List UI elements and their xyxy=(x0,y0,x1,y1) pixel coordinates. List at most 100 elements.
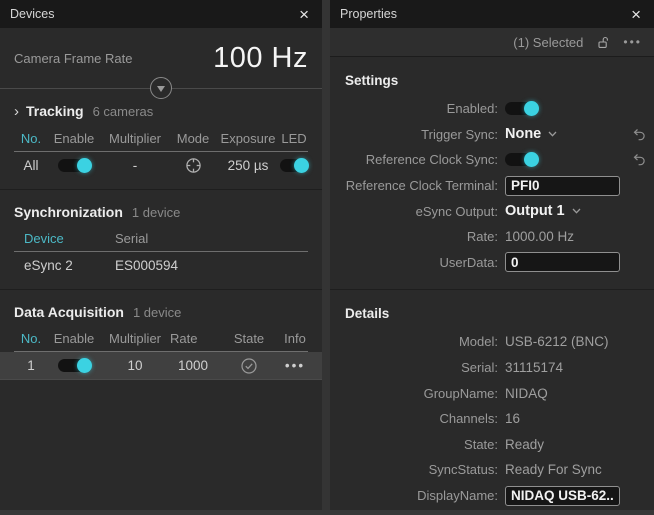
displayname-input[interactable] xyxy=(505,486,620,506)
sync-device-serial: ES000594 xyxy=(105,258,308,273)
reference-clock-sync-label: Reference Clock Sync: xyxy=(330,152,498,167)
trigger-sync-reset-icon[interactable] xyxy=(633,128,646,141)
enabled-row: Enabled: xyxy=(330,96,654,122)
synchronization-table: Device Serial eSync 2 ES000594 xyxy=(0,226,322,279)
enabled-label: Enabled: xyxy=(330,101,498,116)
sync-device-name: eSync 2 xyxy=(14,258,105,273)
data-acquisition-device-count: 1 device xyxy=(133,305,181,320)
panel-splitter[interactable] xyxy=(322,0,330,515)
col-no: No. xyxy=(14,131,48,146)
data-acquisition-row-1[interactable]: 1 10 1000 ••• xyxy=(0,352,322,379)
tracking-row-multiplier: - xyxy=(100,158,170,173)
tracking-camera-count: 6 cameras xyxy=(93,104,154,119)
tracking-row-no: All xyxy=(14,158,48,173)
tracking-table: No. Enable Multiplier Mode Exposure LED … xyxy=(0,126,322,179)
chevron-down-icon xyxy=(548,131,557,137)
synchronization-row-esync[interactable]: eSync 2 ES000594 xyxy=(0,252,322,279)
synchronization-section-header: Synchronization 1 device xyxy=(0,190,322,226)
esync-output-row: eSync Output: Output 1 xyxy=(330,198,654,224)
devices-panel-title: Devices xyxy=(10,7,54,21)
col-led: LED xyxy=(280,131,308,146)
window-bottom-edge xyxy=(0,510,654,515)
col-exposure: Exposure xyxy=(216,131,280,146)
col-mode: Mode xyxy=(170,131,216,146)
daq-enable-toggle[interactable] xyxy=(58,359,91,372)
properties-panel-title: Properties xyxy=(340,7,397,21)
serial-value: 31115174 xyxy=(505,360,563,375)
syncstatus-label: SyncStatus: xyxy=(330,462,498,477)
devices-panel: Devices × Camera Frame Rate 100 Hz › Tra… xyxy=(0,0,322,510)
camera-frame-rate-label: Camera Frame Rate xyxy=(14,51,132,66)
chevron-down-icon xyxy=(572,208,581,214)
col-state: State xyxy=(216,331,282,346)
userdata-input[interactable] xyxy=(505,252,620,272)
userdata-row: UserData: xyxy=(330,250,654,276)
daq-row-no: 1 xyxy=(14,358,48,373)
properties-toolbar: (1) Selected ••• xyxy=(330,28,654,57)
frame-rate-expander-button[interactable] xyxy=(150,77,172,99)
rate-value: 1000.00 Hz xyxy=(505,229,574,244)
serial-row: Serial: 31115174 xyxy=(330,355,654,381)
model-value: USB-6212 (BNC) xyxy=(505,334,609,349)
userdata-label: UserData: xyxy=(330,255,498,270)
tracking-table-header: No. Enable Multiplier Mode Exposure LED xyxy=(14,126,308,152)
reference-clock-terminal-label: Reference Clock Terminal: xyxy=(330,178,498,193)
devices-titlebar: Devices × xyxy=(0,0,322,28)
daq-row-rate: 1000 xyxy=(170,358,216,373)
reference-clock-sync-reset-icon[interactable] xyxy=(633,153,646,166)
unlock-icon[interactable] xyxy=(597,36,609,49)
tracking-title: Tracking xyxy=(26,103,84,119)
serial-label: Serial: xyxy=(330,360,498,375)
settings-heading: Settings xyxy=(330,57,654,96)
col-multiplier: Multiplier xyxy=(100,131,170,146)
properties-close-icon[interactable]: × xyxy=(628,6,644,23)
col-serial: Serial xyxy=(105,231,308,246)
model-row: Model: USB-6212 (BNC) xyxy=(330,329,654,355)
reference-clock-terminal-row: Reference Clock Terminal: xyxy=(330,173,654,199)
state-value: Ready xyxy=(505,437,544,452)
daq-info-menu-icon[interactable]: ••• xyxy=(282,358,308,373)
state-label: State: xyxy=(330,437,498,452)
chevron-down-icon xyxy=(157,86,165,92)
trigger-sync-dropdown[interactable]: None xyxy=(505,126,557,142)
state-row: State: Ready xyxy=(330,432,654,458)
reference-clock-sync-toggle[interactable] xyxy=(505,153,538,166)
motive-window: Devices × Camera Frame Rate 100 Hz › Tra… xyxy=(0,0,654,515)
synchronization-device-count: 1 device xyxy=(132,205,180,220)
properties-menu-icon[interactable]: ••• xyxy=(623,35,642,49)
state-check-icon xyxy=(240,357,258,375)
groupname-value: NIDAQ xyxy=(505,386,548,401)
col-info: Info xyxy=(282,331,308,346)
esync-output-dropdown[interactable]: Output 1 xyxy=(505,203,581,219)
col-device: Device xyxy=(14,231,105,246)
synchronization-title: Synchronization xyxy=(14,204,123,220)
data-acquisition-section-header: Data Acquisition 1 device xyxy=(0,290,322,326)
syncstatus-value: Ready For Sync xyxy=(505,462,602,477)
channels-row: Channels: 16 xyxy=(330,406,654,432)
tracking-led-toggle[interactable] xyxy=(280,159,308,172)
displayname-row: DisplayName: xyxy=(330,483,654,509)
col-multiplier: Multiplier xyxy=(100,331,170,346)
syncstatus-row: SyncStatus: Ready For Sync xyxy=(330,457,654,483)
camera-frame-rate-value: 100 Hz xyxy=(213,42,308,75)
collapse-chevron-icon: › xyxy=(14,103,19,120)
tracking-enable-toggle[interactable] xyxy=(58,159,91,172)
col-enable: Enable xyxy=(48,131,100,146)
data-acquisition-table-header: No. Enable Multiplier Rate State Info xyxy=(14,326,308,352)
rate-label: Rate: xyxy=(330,229,498,244)
esync-output-label: eSync Output: xyxy=(330,204,498,219)
enabled-toggle[interactable] xyxy=(505,102,538,115)
camera-mode-icon[interactable] xyxy=(185,157,202,174)
synchronization-table-header: Device Serial xyxy=(14,226,308,252)
col-rate: Rate xyxy=(170,331,216,346)
properties-titlebar: Properties × xyxy=(330,0,654,28)
frame-rate-divider xyxy=(0,88,322,89)
displayname-label: DisplayName: xyxy=(330,488,498,503)
tracking-row-all[interactable]: All - 250 µs xyxy=(0,152,322,179)
reference-clock-sync-row: Reference Clock Sync: xyxy=(330,147,654,173)
col-enable: Enable xyxy=(48,331,100,346)
channels-value: 16 xyxy=(505,411,520,426)
reference-clock-terminal-input[interactable] xyxy=(505,176,620,196)
devices-close-icon[interactable]: × xyxy=(296,6,312,23)
groupname-row: GroupName: NIDAQ xyxy=(330,380,654,406)
